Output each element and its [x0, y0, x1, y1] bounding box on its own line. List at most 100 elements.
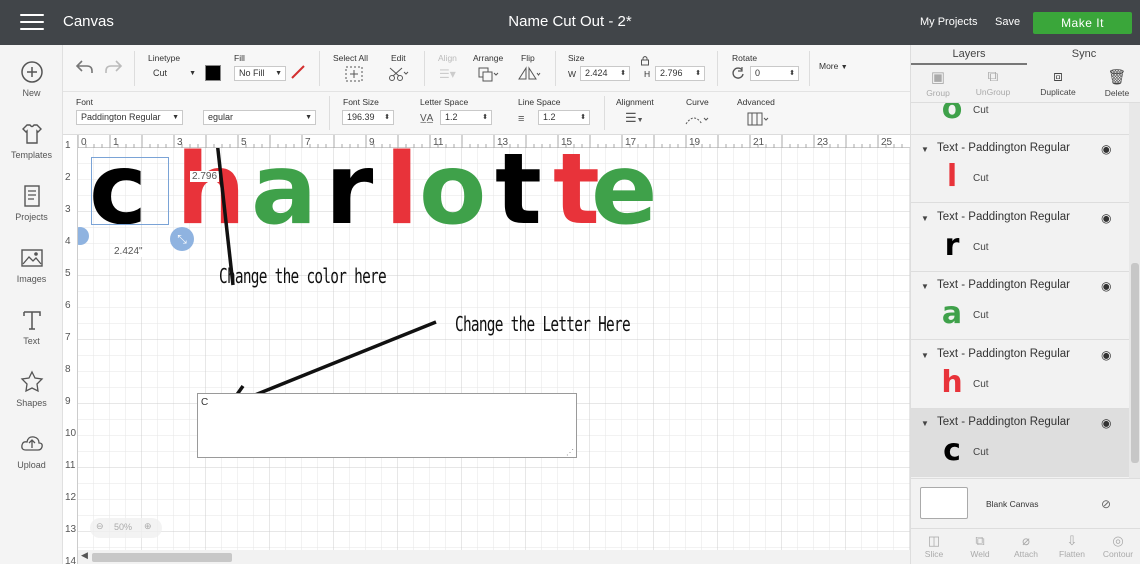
rotate-input[interactable]: 0 ⬍: [750, 66, 799, 81]
horizontal-scrollbar[interactable]: ◀: [78, 550, 910, 564]
stepper-icon[interactable]: ⬍: [482, 111, 488, 124]
expand-caret-icon[interactable]: ▼: [921, 282, 929, 291]
font-select[interactable]: Paddington Regular ▼: [76, 110, 183, 125]
text-tool[interactable]: Text: [0, 307, 63, 346]
templates-tool[interactable]: Templates: [0, 121, 63, 160]
name-letter[interactable]: l: [385, 135, 419, 247]
name-letter[interactable]: e: [591, 135, 657, 247]
contour-button[interactable]: ◎ Contour: [1095, 533, 1140, 559]
group-button[interactable]: ▣ Group: [913, 68, 963, 98]
eye-icon[interactable]: ◉: [1101, 142, 1111, 156]
save-button[interactable]: Save: [995, 16, 1020, 28]
projects-tool-label: Projects: [15, 212, 48, 222]
selection-box[interactable]: [91, 157, 169, 225]
name-text-group[interactable]: c h a r l o t te: [63, 135, 910, 550]
ruler-label: 15: [561, 137, 573, 148]
blank-canvas-swatch[interactable]: [920, 487, 968, 519]
eye-icon[interactable]: ◉: [1101, 348, 1111, 362]
tab-sync[interactable]: Sync: [1027, 45, 1140, 65]
design-canvas[interactable]: charlotte ⤡ 2.796 2.424" Change the colo…: [63, 135, 910, 550]
layer-item[interactable]: ▼ Text - Paddington Regular ◉ h Cut: [911, 340, 1129, 409]
eye-hidden-icon[interactable]: ⊘: [1101, 497, 1111, 511]
blank-canvas-row[interactable]: Blank Canvas ⊘: [911, 478, 1140, 528]
shapes-tool[interactable]: Shapes: [0, 369, 63, 408]
separator: [329, 96, 330, 130]
undo-icon[interactable]: [75, 59, 95, 75]
line-space-input[interactable]: 1.2 ⬍: [538, 110, 590, 125]
weld-button[interactable]: ⧉ Weld: [957, 533, 1003, 559]
eye-icon[interactable]: ◉: [1101, 279, 1111, 293]
layers-scrollbar[interactable]: [1129, 103, 1140, 478]
upload-tool[interactable]: Upload: [0, 431, 63, 470]
slice-button[interactable]: ◫ Slice: [911, 533, 957, 559]
expand-caret-icon[interactable]: ▼: [921, 145, 929, 154]
eye-icon[interactable]: ◉: [1101, 211, 1111, 225]
flatten-button[interactable]: ⇩ Flatten: [1049, 533, 1095, 559]
redo-icon[interactable]: [103, 59, 123, 75]
images-tool[interactable]: Images: [0, 245, 63, 284]
hamburger-menu-icon[interactable]: [20, 14, 44, 32]
new-tool[interactable]: New: [0, 59, 63, 98]
layer-item[interactable]: ▼ Text - Paddington Regular ◉ c Cut: [911, 409, 1129, 477]
ungroup-button[interactable]: ⧉ UnGroup: [968, 68, 1018, 97]
duplicate-button[interactable]: ⧈ Duplicate: [1033, 68, 1083, 97]
linetype-select[interactable]: Cut ▼: [148, 66, 200, 81]
stepper-icon[interactable]: ⬍: [620, 67, 626, 80]
eye-icon[interactable]: ◉: [1101, 416, 1111, 430]
arrange-icon[interactable]: [477, 66, 499, 82]
layer-item[interactable]: ▼ Text - Paddington Regular ◉ l Cut: [911, 135, 1129, 203]
expand-caret-icon[interactable]: ▼: [921, 214, 929, 223]
tab-layers[interactable]: Layers: [911, 45, 1027, 65]
height-input[interactable]: 2.796 ⬍: [655, 66, 705, 81]
resize-grip-icon[interactable]: ⋰: [566, 448, 574, 457]
scroll-left-icon[interactable]: ◀: [81, 550, 88, 561]
select-all-icon[interactable]: [345, 66, 363, 82]
curve-icon[interactable]: [684, 112, 710, 126]
layer-item[interactable]: o Cut: [911, 103, 1129, 135]
attach-label: Attach: [1013, 549, 1039, 559]
expand-caret-icon[interactable]: ▼: [921, 419, 929, 428]
name-letter[interactable]: r: [325, 135, 374, 247]
design-space-window: Canvas Name Cut Out - 2* My Projects Sav…: [0, 0, 1140, 564]
projects-tool[interactable]: Projects: [0, 183, 63, 222]
font-size-value: 196.39: [347, 112, 375, 122]
stepper-icon[interactable]: ⬍: [695, 67, 701, 80]
lock-icon[interactable]: [640, 55, 650, 66]
width-label: W: [568, 69, 577, 79]
fill-select[interactable]: No Fill ▼: [234, 66, 286, 81]
font-style-select[interactable]: egular ▼: [203, 110, 316, 125]
stepper-icon[interactable]: ⬍: [580, 111, 586, 124]
advanced-icon[interactable]: [747, 112, 771, 126]
zoom-control[interactable]: ⊖ 50% ⊕: [90, 518, 162, 538]
text-align-icon[interactable]: ☰▼: [625, 110, 644, 129]
zoom-in-icon[interactable]: ⊕: [144, 521, 152, 532]
name-letter[interactable]: o: [419, 135, 486, 247]
flip-icon[interactable]: [517, 66, 541, 82]
zoom-out-icon[interactable]: ⊖: [96, 521, 104, 532]
make-it-button[interactable]: Make It: [1033, 12, 1132, 34]
attach-button[interactable]: ⌀ Attach: [1003, 533, 1049, 559]
expand-caret-icon[interactable]: ▼: [921, 351, 929, 360]
layer-item[interactable]: ▼ Text - Paddington Regular ◉ r Cut: [911, 203, 1129, 272]
ruler-label: 1: [65, 140, 71, 151]
width-input[interactable]: 2.424 ⬍: [580, 66, 630, 81]
more-button[interactable]: More ▼: [819, 61, 848, 71]
scale-handle-icon[interactable]: ⤡: [170, 227, 194, 251]
horizontal-scroll-thumb[interactable]: [92, 553, 232, 562]
stepper-icon[interactable]: ⬍: [789, 67, 795, 80]
letter-space-input[interactable]: 1.2 ⬍: [440, 110, 492, 125]
linetype-color-swatch[interactable]: [205, 65, 221, 81]
layers-scroll-thumb[interactable]: [1131, 263, 1139, 463]
layer-operation: Cut: [973, 173, 989, 184]
chevron-down-icon: ▼: [189, 70, 196, 77]
scissors-icon[interactable]: [388, 66, 410, 82]
name-letter[interactable]: t: [495, 135, 542, 247]
stepper-icon[interactable]: ⬍: [384, 111, 390, 124]
my-projects-button[interactable]: My Projects: [920, 16, 977, 28]
fill-color-slash-icon[interactable]: [290, 64, 306, 80]
delete-button[interactable]: 🗑 Delete: [1092, 68, 1140, 98]
name-letter[interactable]: a: [251, 135, 317, 247]
layer-item[interactable]: ▼ Text - Paddington Regular ◉ a Cut: [911, 272, 1129, 340]
font-size-input[interactable]: 196.39 ⬍: [342, 110, 394, 125]
text-edit-box[interactable]: C ⋰: [197, 393, 577, 458]
